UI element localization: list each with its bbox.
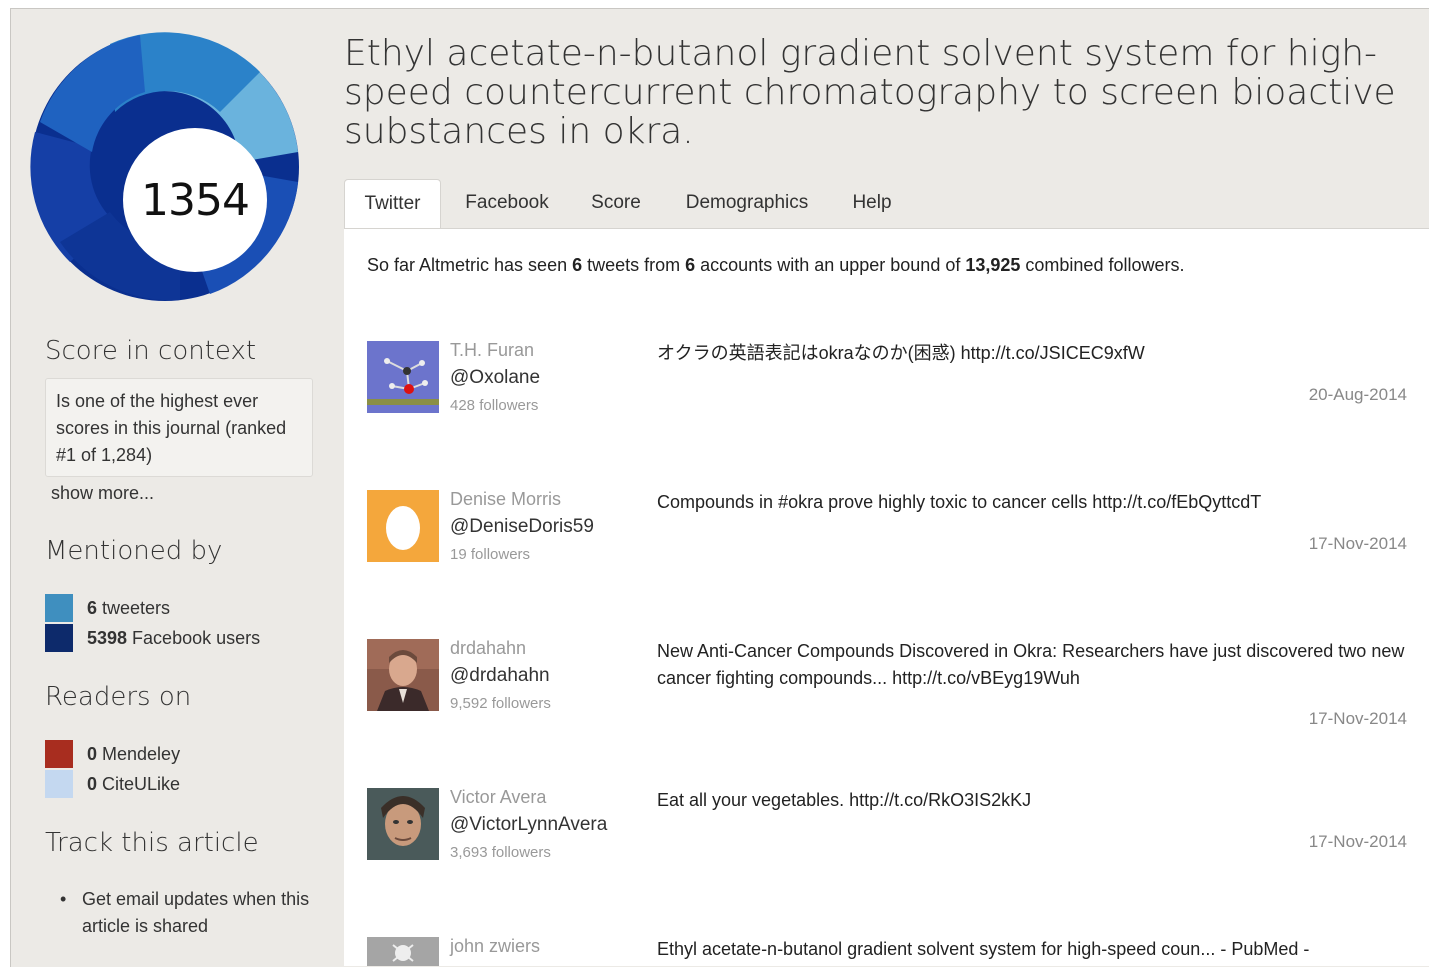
tweeter-name[interactable]: Victor Avera [450, 787, 546, 808]
reader-citeulike[interactable]: 0 CiteULike [45, 770, 180, 798]
tweeters-swatch [45, 594, 73, 622]
tweet-date[interactable]: 20-Aug-2014 [1309, 385, 1407, 405]
citeulike-count: 0 [87, 773, 98, 794]
mention-facebook[interactable]: 5398 Facebook users [45, 624, 260, 652]
tweeter-followers: 9,592 followers [450, 695, 551, 712]
tweeter-name[interactable]: drdahahn [450, 638, 526, 659]
tab-help[interactable]: Help [836, 179, 908, 229]
readers-on-heading: Readers on [45, 682, 192, 712]
mendeley-swatch [45, 740, 73, 768]
twitter-panel: So far Altmetric has seen 6 tweets from … [344, 229, 1429, 966]
summary-mid2: accounts with an upper bound of [695, 255, 966, 275]
score-context-box: Is one of the highest ever scores in thi… [45, 378, 313, 477]
bullet-icon: • [60, 889, 67, 909]
tweeter-handle[interactable]: @Oxolane [450, 367, 540, 389]
tweet-item: Victor Avera @VictorLynnAvera 3,693 foll… [344, 787, 1429, 888]
score-context-heading: Score in context [45, 336, 257, 366]
tweeter-name[interactable]: john zwiers [450, 937, 540, 957]
tweet-item: john zwiers Ethyl acetate-n-butanol grad… [344, 937, 1429, 966]
tweeters-count: 6 [87, 597, 98, 618]
tweeter-followers: 19 followers [450, 546, 531, 563]
tweet-text[interactable]: Compounds in #okra prove highly toxic to… [657, 489, 1407, 516]
mendeley-count: 0 [87, 743, 98, 764]
tweet-text[interactable]: Eat all your vegetables. http://t.co/RkO… [657, 787, 1407, 814]
portrait-avatar-icon[interactable] [367, 639, 439, 711]
tweet-item: T.H. Furan @Oxolane 428 followers オクラの英語… [344, 340, 1429, 441]
facebook-swatch [45, 624, 73, 652]
tweeter-name[interactable]: Denise Morris [450, 489, 561, 510]
citeulike-swatch [45, 770, 73, 798]
altmetric-score: 1354 [123, 128, 267, 272]
page-title: Ethyl acetate-n-butanol gradient solvent… [344, 33, 1396, 152]
tab-twitter[interactable]: Twitter [344, 179, 441, 230]
summary-mid1: tweets from [582, 255, 686, 275]
facebook-label: Facebook users [132, 627, 261, 648]
egg-avatar-icon[interactable] [367, 490, 439, 562]
tweet-date[interactable]: 17-Nov-2014 [1309, 534, 1407, 554]
altmetric-donut-icon[interactable]: 1354 [30, 32, 300, 302]
tweet-date[interactable]: 17-Nov-2014 [1309, 832, 1407, 852]
portrait-avatar-icon[interactable] [367, 788, 439, 860]
summary-follower-count: 13,925 [965, 255, 1021, 275]
tweeters-label: tweeters [102, 597, 171, 618]
twitter-summary: So far Altmetric has seen 6 tweets from … [367, 255, 1184, 276]
tweeter-handle[interactable]: @drdahahn [450, 665, 550, 687]
tweeter-handle[interactable]: @VictorLynnAvera [450, 814, 607, 836]
molecule-avatar-icon[interactable] [367, 341, 439, 413]
reader-mendeley[interactable]: 0 Mendeley [45, 740, 180, 768]
tweet-text[interactable]: New Anti-Cancer Compounds Discovered in … [657, 638, 1407, 692]
tab-bar: Twitter Facebook Score Demographics Help [344, 179, 1429, 230]
mentioned-by-heading: Mentioned by [45, 536, 223, 566]
summary-tweet-count: 6 [572, 255, 583, 275]
track-heading: Track this article [45, 828, 259, 858]
mendeley-label: Mendeley [102, 743, 181, 764]
tweeter-followers: 428 followers [450, 397, 539, 414]
show-more-link[interactable]: show more... [51, 483, 154, 504]
tab-demographics[interactable]: Demographics [666, 179, 828, 229]
email-updates-link[interactable]: Get email updates when this article is s… [82, 886, 320, 940]
mention-tweeters[interactable]: 6 tweeters [45, 594, 170, 622]
summary-suffix: combined followers. [1020, 255, 1185, 275]
track-list: • Get email updates when this article is… [60, 886, 320, 940]
tweet-item: drdahahn @drdahahn 9,592 followers New A… [344, 638, 1429, 759]
tweeter-followers: 3,693 followers [450, 844, 551, 861]
tweet-date[interactable]: 17-Nov-2014 [1309, 709, 1407, 729]
tweet-text[interactable]: オクラの英語表記はokraなのか(困惑) http://t.co/JSICEC9… [657, 340, 1407, 367]
tab-facebook[interactable]: Facebook [448, 179, 566, 229]
facebook-count: 5398 [87, 627, 128, 648]
tweeter-handle[interactable]: @DeniseDoris59 [450, 516, 594, 538]
summary-prefix: So far Altmetric has seen [367, 255, 573, 275]
tweeter-name[interactable]: T.H. Furan [450, 340, 534, 361]
tab-score[interactable]: Score [574, 179, 658, 229]
tweet-item: Denise Morris @DeniseDoris59 19 follower… [344, 489, 1429, 590]
tweet-text[interactable]: Ethyl acetate-n-butanol gradient solvent… [657, 937, 1407, 963]
skull-avatar-icon[interactable] [367, 937, 439, 966]
summary-account-count: 6 [685, 255, 696, 275]
citeulike-label: CiteULike [102, 773, 181, 794]
